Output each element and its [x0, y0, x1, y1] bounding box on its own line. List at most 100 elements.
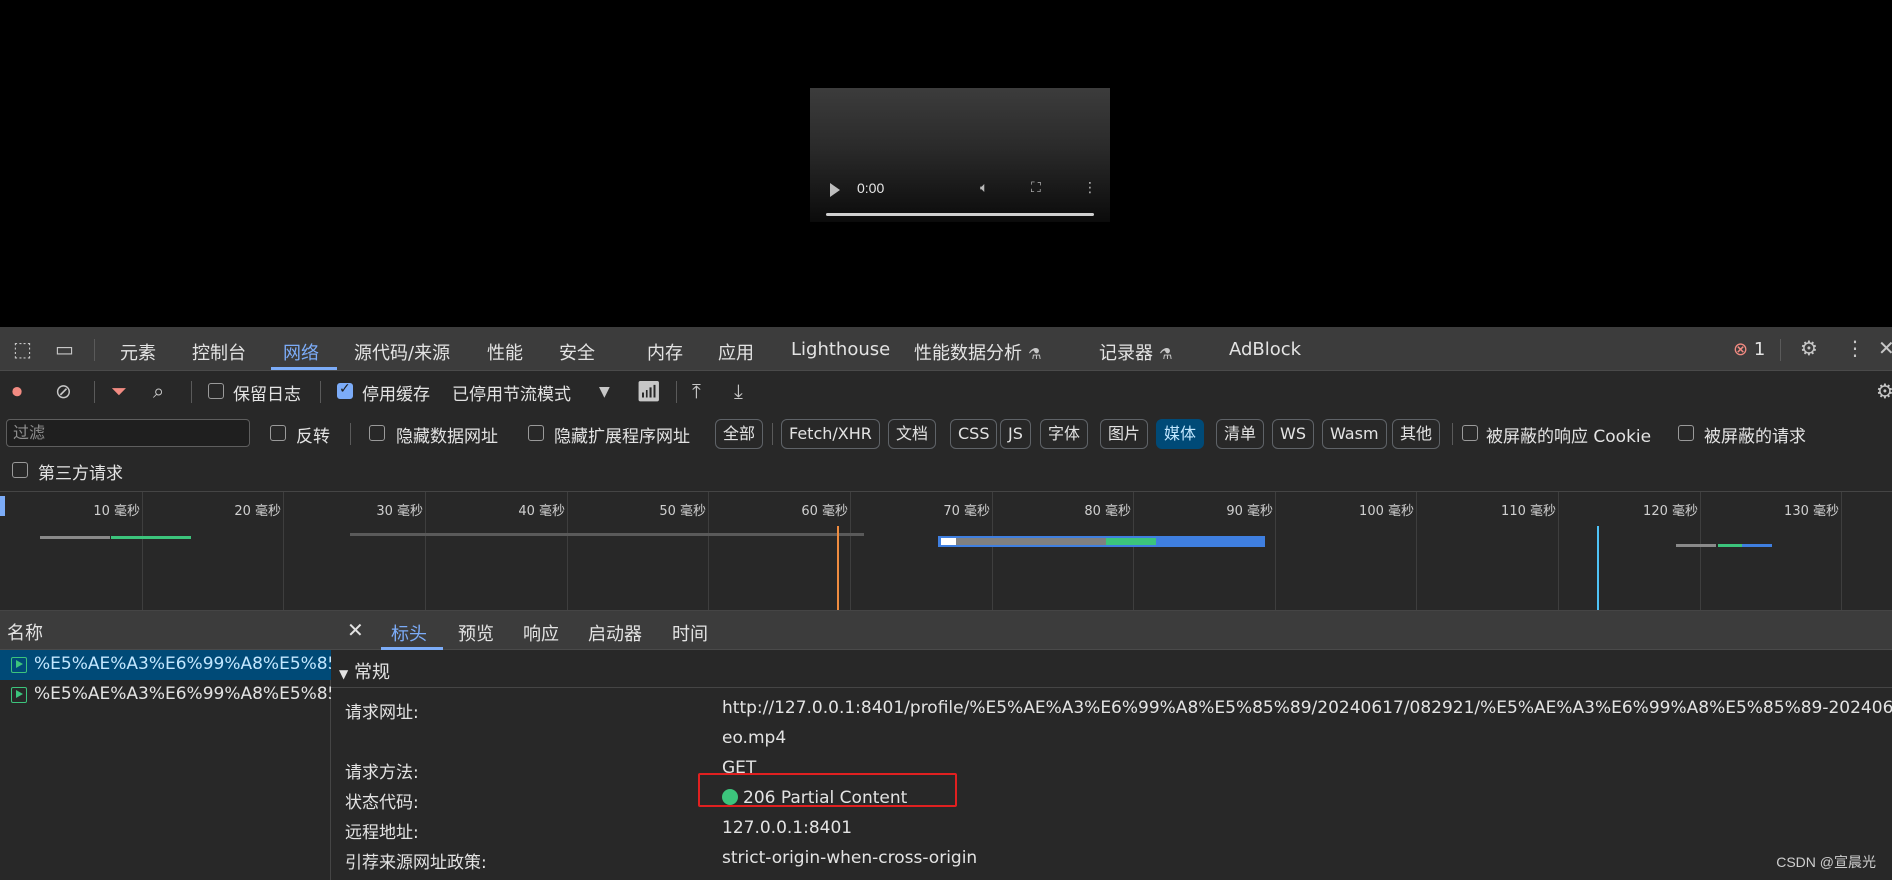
more-options-icon[interactable]: ⋮ — [1083, 180, 1097, 196]
invert-checkbox[interactable] — [270, 425, 286, 441]
hide-extension-urls-checkbox[interactable] — [528, 425, 544, 441]
filter-chip-doc[interactable]: 文档 — [888, 419, 937, 449]
toolbar-divider — [94, 381, 95, 403]
video-time: 0:00 — [857, 180, 885, 196]
close-devtools-icon[interactable]: ✕ — [1878, 338, 1892, 358]
tab-preview[interactable]: 预览 — [458, 620, 494, 646]
grid-line — [567, 492, 568, 610]
media-file-icon — [11, 657, 27, 673]
filter-divider — [1452, 423, 1453, 445]
hide-data-urls-checkbox[interactable] — [369, 425, 385, 441]
tick-label: 130 毫秒 — [1784, 504, 1839, 519]
network-overview[interactable]: 10 毫秒 20 毫秒 30 毫秒 40 毫秒 50 毫秒 60 毫秒 70 毫… — [0, 491, 1892, 611]
name-column-header[interactable]: 名称 — [0, 611, 331, 650]
error-icon: ⊗ — [1733, 339, 1749, 360]
grid-line — [850, 492, 851, 610]
chevron-down-icon[interactable]: ▼ — [599, 382, 610, 402]
request-bar-download — [1156, 538, 1262, 545]
grid-line — [1558, 492, 1559, 610]
filter-chip-font[interactable]: 字体 — [1040, 419, 1089, 449]
page-viewport: 0:00 🔈︎ ⛶ ⋮ — [0, 0, 1892, 327]
filter-chip-manifest[interactable]: 清单 — [1216, 419, 1265, 449]
import-har-icon[interactable]: ⤒ — [692, 381, 701, 401]
tab-initiator[interactable]: 启动器 — [588, 620, 642, 646]
grid-line — [992, 492, 993, 610]
request-bar-stalled — [350, 533, 864, 536]
tab-performance[interactable]: 性能 — [487, 339, 523, 365]
tab-sources[interactable]: 源代码/来源 — [354, 339, 450, 365]
filter-chip-all[interactable]: 全部 — [715, 419, 764, 449]
tab-recorder[interactable]: 记录器 ⚗ — [1099, 339, 1172, 365]
tab-lighthouse[interactable]: Lighthouse — [791, 339, 890, 360]
request-bar-download — [1742, 544, 1772, 547]
throttling-select[interactable]: 已停用节流模式 — [452, 380, 571, 405]
record-stop-icon[interactable]: ⏺ — [12, 381, 22, 401]
field-value: strict-origin-when-cross-origin — [722, 848, 978, 868]
request-row[interactable]: %E5%AE%A3%E6%99%A8%E5%85... — [0, 680, 331, 710]
filter-chip-media[interactable]: 媒体 — [1156, 419, 1205, 449]
inspect-element-icon[interactable]: ⬚ — [13, 339, 32, 359]
network-toolbar: ⏺ ⊘ ⏷ ⌕ 保留日志 停用缓存 已停用节流模式 ▼ 📶︎ ⤒ ⤓ ⚙ — [0, 371, 1892, 411]
fullscreen-icon[interactable]: ⛶ — [1031, 180, 1041, 196]
close-details-icon[interactable]: ✕ — [347, 618, 364, 642]
tab-headers[interactable]: 标头 — [391, 620, 427, 646]
filter-chip-other[interactable]: 其他 — [1392, 419, 1441, 449]
search-icon[interactable]: ⌕ — [153, 381, 164, 401]
device-toolbar-icon[interactable]: ▭ — [55, 339, 74, 359]
third-party-checkbox[interactable] — [12, 462, 28, 478]
video-progress-bar[interactable] — [826, 213, 1094, 216]
tab-application[interactable]: 应用 — [718, 339, 754, 365]
filter-funnel-icon[interactable]: ⏷ — [111, 381, 127, 401]
network-conditions-icon[interactable]: 📶︎ — [636, 381, 661, 401]
request-bar-waiting — [956, 538, 1106, 545]
tab-security[interactable]: 安全 — [559, 339, 595, 365]
video-player[interactable]: 0:00 🔈︎ ⛶ ⋮ — [810, 88, 1110, 222]
tick-label: 60 毫秒 — [801, 504, 848, 519]
disable-cache-checkbox[interactable] — [337, 381, 353, 399]
general-section-header[interactable]: ▼ 常规 — [331, 650, 1892, 688]
preserve-log-checkbox[interactable] — [208, 383, 224, 399]
request-bar-ttfb — [1718, 544, 1742, 547]
tick-label: 70 毫秒 — [943, 504, 990, 519]
tick-label: 50 毫秒 — [659, 504, 706, 519]
filter-chip-ws[interactable]: WS — [1272, 419, 1314, 449]
network-settings-gear-icon[interactable]: ⚙ — [1876, 381, 1892, 401]
blocked-cookies-checkbox[interactable] — [1462, 425, 1478, 441]
filter-chip-img[interactable]: 图片 — [1100, 419, 1149, 449]
filter-chip-wasm[interactable]: Wasm — [1322, 419, 1387, 449]
filter-chip-fetch-xhr[interactable]: Fetch/XHR — [781, 419, 880, 449]
grid-line — [1416, 492, 1417, 610]
error-counter[interactable]: ⊗ 1 — [1733, 339, 1765, 360]
blocked-requests-checkbox[interactable] — [1678, 425, 1694, 441]
tab-recorder-label: 记录器 — [1099, 343, 1153, 364]
tab-adblock[interactable]: AdBlock — [1229, 339, 1301, 360]
field-label: 引荐来源网址政策: — [345, 853, 487, 873]
filter-input[interactable]: 过滤 — [6, 419, 250, 447]
export-har-icon[interactable]: ⤓ — [734, 381, 743, 401]
overview-start-handle[interactable] — [0, 496, 5, 516]
play-icon[interactable] — [830, 183, 840, 197]
tab-console[interactable]: 控制台 — [192, 339, 246, 365]
request-name: %E5%AE%A3%E6%99%A8%E5%85... — [34, 684, 331, 704]
volume-icon[interactable]: 🔈︎ — [980, 180, 988, 196]
tab-timing[interactable]: 时间 — [672, 620, 708, 646]
filter-chip-css[interactable]: CSS — [950, 419, 998, 449]
tab-elements[interactable]: 元素 — [120, 339, 156, 365]
request-bar-waiting — [40, 536, 110, 539]
tick-label: 10 毫秒 — [93, 504, 140, 519]
filter-chip-js[interactable]: JS — [1000, 419, 1031, 449]
settings-gear-icon[interactable]: ⚙ — [1800, 338, 1818, 358]
invert-label: 反转 — [296, 427, 330, 447]
hide-extension-urls-label: 隐藏扩展程序网址 — [554, 427, 690, 447]
active-tab-indicator — [271, 367, 337, 370]
more-menu-icon[interactable]: ⋮ — [1845, 338, 1865, 358]
toolbar-divider — [191, 381, 192, 403]
triangle-down-icon: ▼ — [339, 667, 349, 681]
request-row[interactable]: %E5%AE%A3%E6%99%A8%E5%85... — [0, 650, 331, 680]
grid-line — [1275, 492, 1276, 610]
tab-response[interactable]: 响应 — [523, 620, 559, 646]
tab-performance-insights[interactable]: 性能数据分析 ⚗ — [914, 339, 1041, 365]
tab-memory[interactable]: 内存 — [647, 339, 683, 365]
clear-icon[interactable]: ⊘ — [55, 381, 72, 401]
tab-network[interactable]: 网络 — [283, 339, 319, 365]
